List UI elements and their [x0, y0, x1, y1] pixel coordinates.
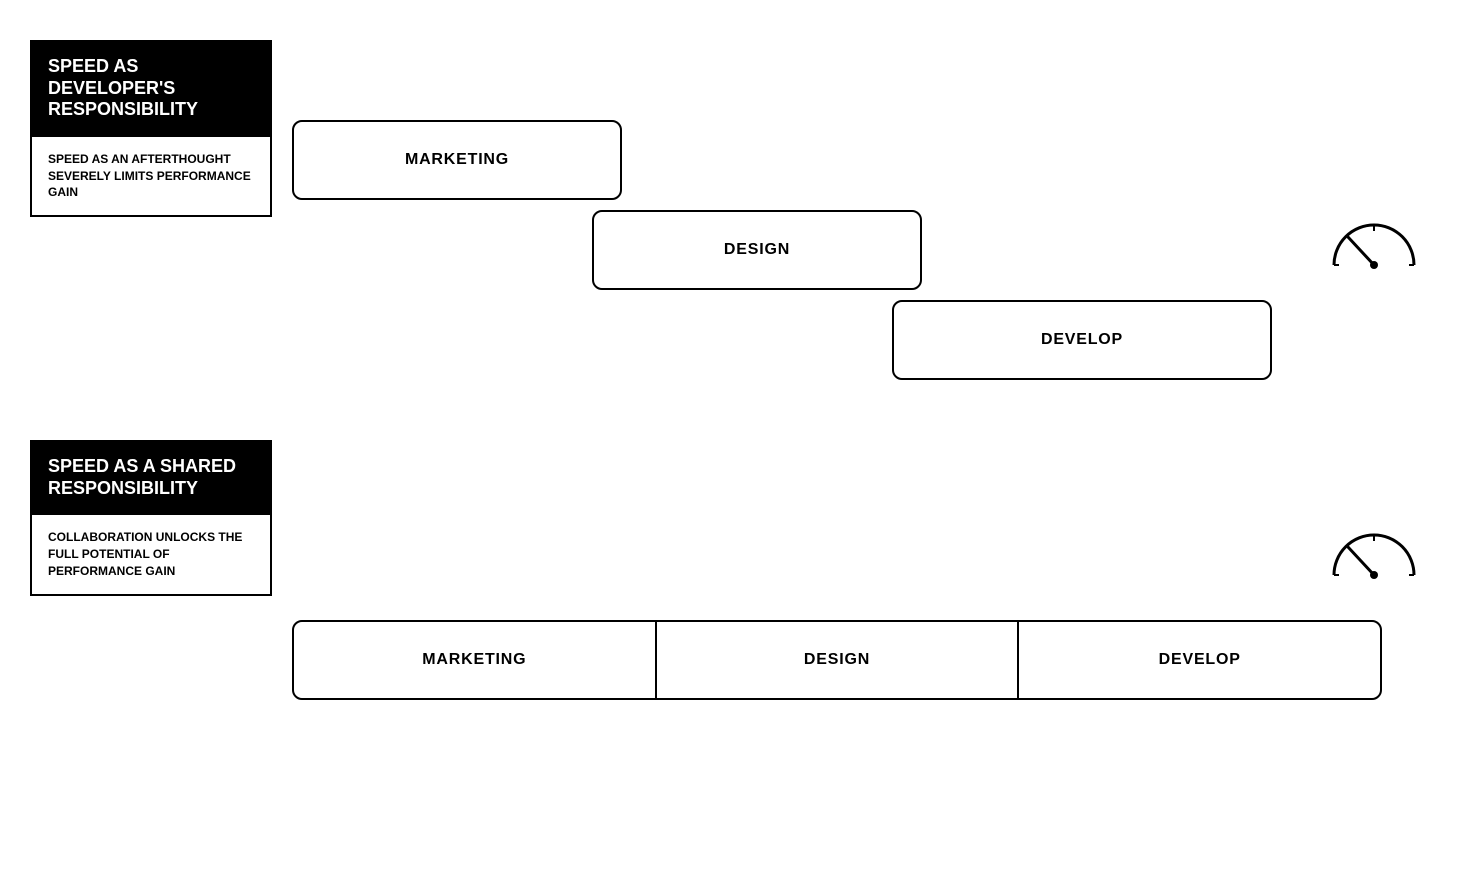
top-section: SPEED AS DEVELOPER'S RESPONSIBILITY SPEE…: [30, 40, 1434, 420]
bottom-develop-segment: DEVELOP: [1017, 622, 1380, 698]
bottom-card-header: SPEED AS A SHARED RESPONSIBILITY: [32, 442, 270, 515]
bottom-speedometer: [1324, 505, 1424, 595]
top-speedometer: [1324, 195, 1424, 285]
top-card-body: SPEED AS AN AFTERTHOUGHT SEVERELY LIMITS…: [32, 137, 270, 215]
bottom-combined-box: MARKETING DESIGN DEVELOP: [292, 620, 1382, 700]
bottom-card-body: COLLABORATION UNLOCKS THE FULL POTENTIAL…: [32, 515, 270, 593]
bottom-label-card: SPEED AS A SHARED RESPONSIBILITY COLLABO…: [30, 440, 272, 596]
top-develop-box: DEVELOP: [892, 300, 1272, 380]
top-design-box: DESIGN: [592, 210, 922, 290]
top-card-header: SPEED AS DEVELOPER'S RESPONSIBILITY: [32, 42, 270, 137]
bottom-section: SPEED AS A SHARED RESPONSIBILITY COLLABO…: [30, 440, 1434, 800]
top-marketing-box: MARKETING: [292, 120, 622, 200]
bottom-design-segment: DESIGN: [655, 622, 1018, 698]
page-container: SPEED AS DEVELOPER'S RESPONSIBILITY SPEE…: [0, 0, 1464, 872]
bottom-marketing-segment: MARKETING: [294, 622, 655, 698]
top-label-card: SPEED AS DEVELOPER'S RESPONSIBILITY SPEE…: [30, 40, 272, 217]
